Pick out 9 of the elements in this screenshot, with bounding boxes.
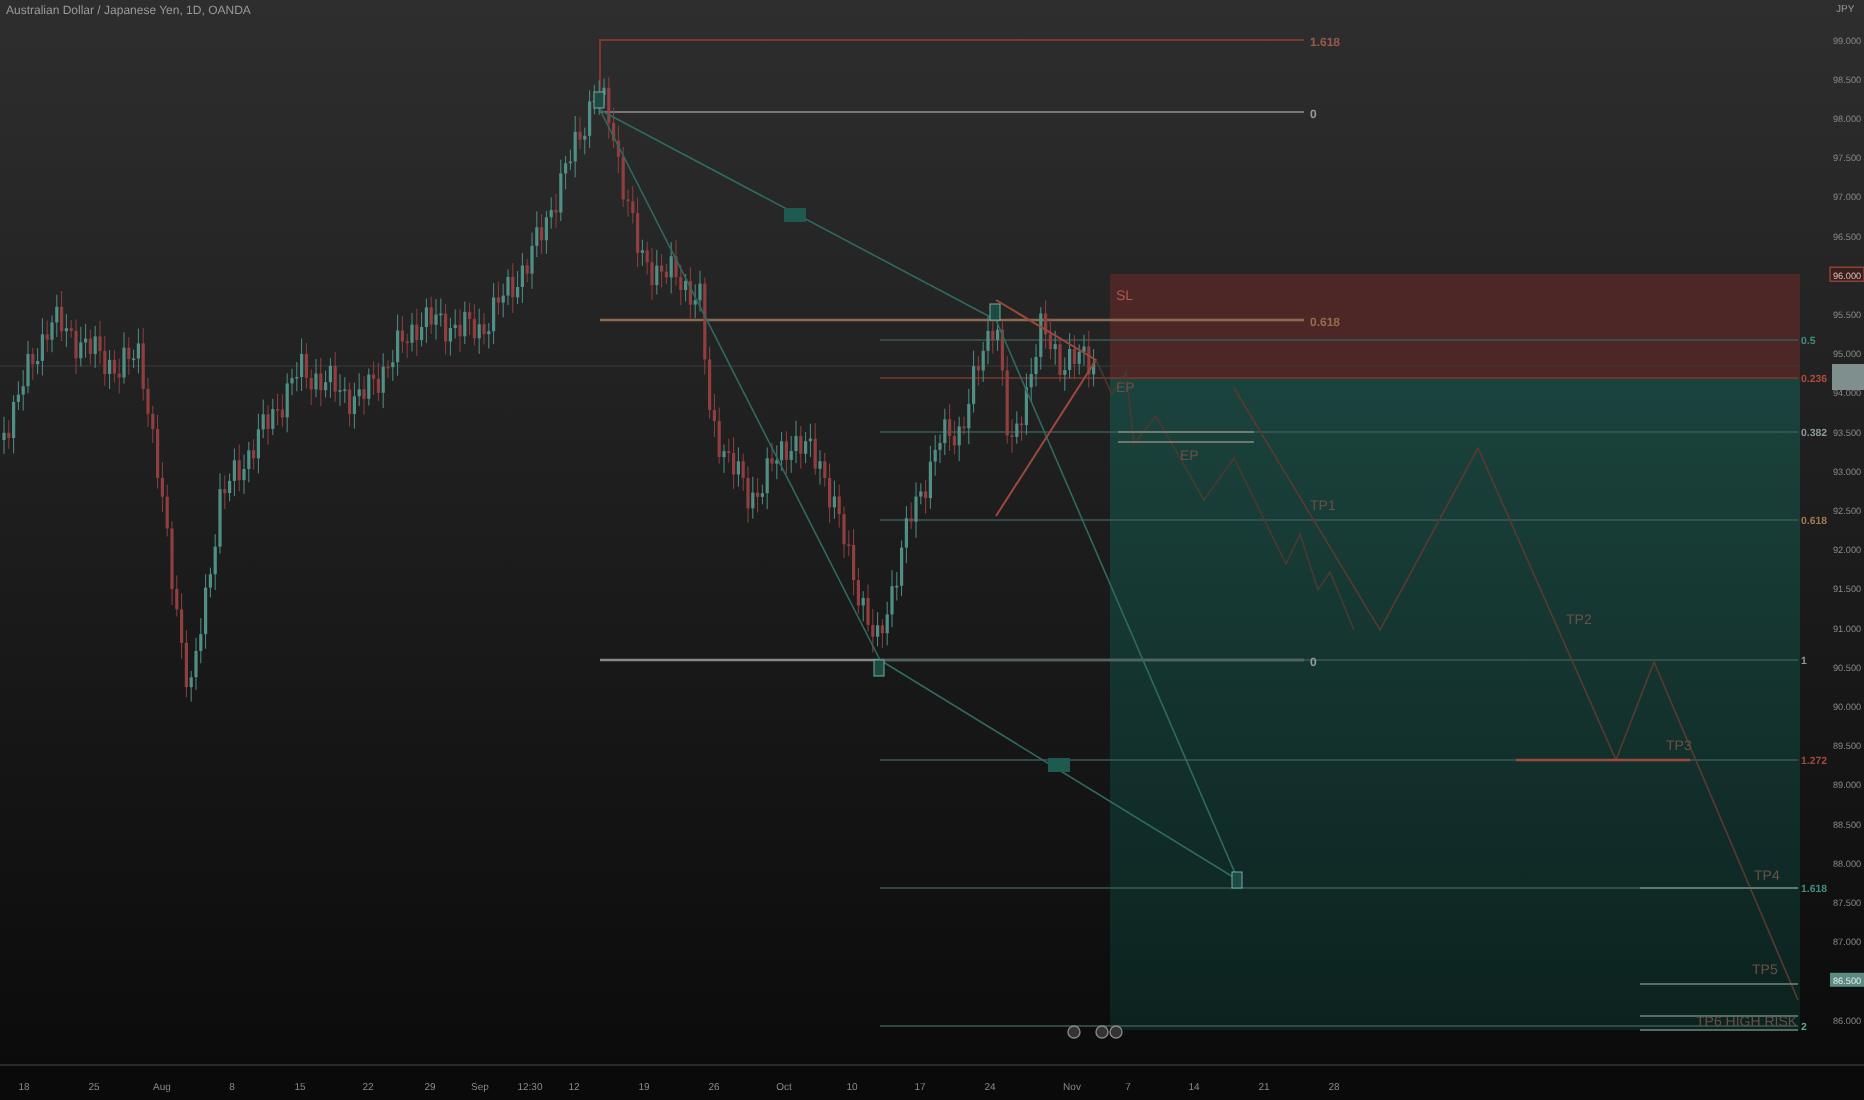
wave-tag [784,208,806,222]
current-price-marker [1832,364,1864,390]
wave-marker [873,659,885,677]
target-line [1117,441,1255,443]
wave-marker [593,91,605,109]
wave-marker [989,303,1001,321]
wave-tag [1048,758,1070,772]
target-line [1117,431,1255,433]
wave-marker [1231,871,1243,889]
